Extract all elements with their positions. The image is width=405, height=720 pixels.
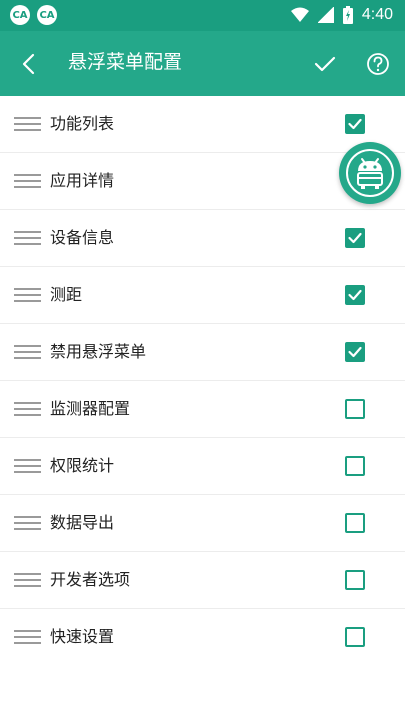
app-notification-icon: CA xyxy=(37,5,57,25)
drag-handle-icon[interactable] xyxy=(14,117,41,132)
drag-handle-icon[interactable] xyxy=(14,174,41,189)
checkmark-icon xyxy=(348,346,362,358)
help-button[interactable] xyxy=(363,49,393,79)
drag-handle-icon[interactable] xyxy=(14,402,41,417)
drag-handle-icon[interactable] xyxy=(14,516,41,531)
floating-menu-button[interactable] xyxy=(339,142,401,204)
list-item[interactable]: 数据导出 xyxy=(0,495,405,552)
wifi-icon xyxy=(290,7,309,22)
checkbox[interactable] xyxy=(345,114,365,134)
checkbox[interactable] xyxy=(345,570,365,590)
drag-handle-icon[interactable] xyxy=(14,573,41,588)
item-label: 测距 xyxy=(50,285,83,304)
battery-icon xyxy=(342,6,353,24)
checkbox[interactable] xyxy=(345,513,365,533)
signal-icon xyxy=(317,7,334,23)
confirm-button[interactable] xyxy=(310,49,340,79)
list-item[interactable]: 禁用悬浮菜单 xyxy=(0,324,405,381)
checkmark-icon xyxy=(348,118,362,130)
item-label: 监测器配置 xyxy=(50,399,131,418)
item-label: 数据导出 xyxy=(50,513,115,532)
item-label: 权限统计 xyxy=(50,456,115,475)
item-label: 快速设置 xyxy=(50,627,115,646)
android-icon xyxy=(346,149,394,197)
checkbox[interactable] xyxy=(345,399,365,419)
checkmark-icon xyxy=(348,289,362,301)
page-title: 悬浮菜单配置 xyxy=(68,51,183,73)
item-label: 功能列表 xyxy=(50,114,115,133)
help-icon xyxy=(367,53,389,75)
checkbox[interactable] xyxy=(345,627,365,647)
app-notification-icon: CA xyxy=(10,5,30,25)
status-bar: CA CA 4:40 xyxy=(0,0,405,31)
checkbox[interactable] xyxy=(345,342,365,362)
back-button[interactable] xyxy=(14,49,44,79)
app-bar: 悬浮菜单配置 xyxy=(0,31,405,96)
status-icons: 4:40 xyxy=(290,6,393,24)
check-icon xyxy=(314,56,336,72)
list-item[interactable]: 开发者选项 xyxy=(0,552,405,609)
back-arrow-icon xyxy=(22,53,35,75)
drag-handle-icon[interactable] xyxy=(14,231,41,246)
item-label: 开发者选项 xyxy=(50,570,131,589)
list-item[interactable]: 设备信息 xyxy=(0,210,405,267)
checkbox[interactable] xyxy=(345,228,365,248)
checkbox[interactable] xyxy=(345,456,365,476)
clock: 4:40 xyxy=(361,6,393,23)
item-label: 应用详情 xyxy=(50,171,115,190)
checkmark-icon xyxy=(348,232,362,244)
drag-handle-icon[interactable] xyxy=(14,459,41,474)
drag-handle-icon[interactable] xyxy=(14,630,41,645)
checkbox[interactable] xyxy=(345,285,365,305)
list-item[interactable]: 权限统计 xyxy=(0,438,405,495)
item-label: 禁用悬浮菜单 xyxy=(50,342,147,361)
drag-handle-icon[interactable] xyxy=(14,345,41,360)
drag-handle-icon[interactable] xyxy=(14,288,41,303)
item-label: 设备信息 xyxy=(50,228,115,247)
list-item[interactable]: 监测器配置 xyxy=(0,381,405,438)
list-item[interactable]: 测距 xyxy=(0,267,405,324)
list-item[interactable]: 快速设置 xyxy=(0,609,405,666)
